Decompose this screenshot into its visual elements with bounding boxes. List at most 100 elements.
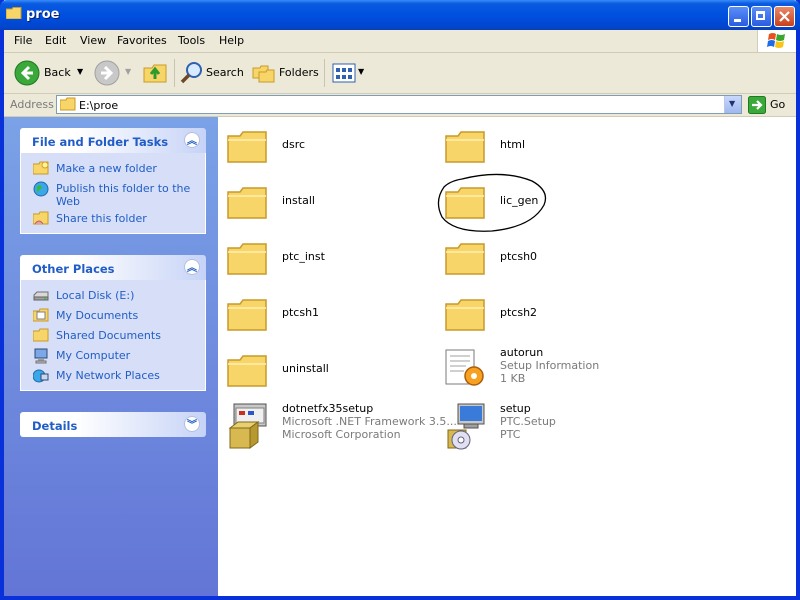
disk-drive-icon bbox=[33, 291, 49, 301]
place-label[interactable]: My Computer bbox=[56, 349, 201, 362]
views-dropdown-icon: ▼ bbox=[358, 67, 365, 76]
item-company: Microsoft Corporation bbox=[282, 428, 401, 441]
item-name: dotnetfx35setup bbox=[282, 402, 374, 415]
folder-icon bbox=[445, 131, 485, 163]
place-label[interactable]: Local Disk (E:) bbox=[56, 289, 201, 302]
network-places-icon bbox=[33, 369, 49, 383]
chevron-up-icon: ︽ bbox=[187, 263, 197, 274]
item-size: 1 KB bbox=[500, 372, 526, 385]
folder-icon bbox=[227, 299, 267, 331]
folder-icon bbox=[445, 299, 485, 331]
item-name: ptcsh0 bbox=[500, 250, 538, 263]
item-company: PTC bbox=[500, 428, 521, 441]
title-bar[interactable]: proe bbox=[0, 0, 800, 30]
toolbar-separator bbox=[174, 59, 175, 87]
address-value: E:\proe bbox=[79, 99, 119, 112]
place-local-disk[interactable]: Local Disk (E:) bbox=[21, 286, 205, 306]
maximize-button[interactable] bbox=[751, 6, 772, 27]
toolbar-separator bbox=[324, 59, 325, 87]
item-name: html bbox=[500, 138, 526, 151]
folder-icon bbox=[227, 355, 267, 387]
close-icon bbox=[779, 11, 790, 22]
chevron-down-icon: ︾ bbox=[187, 420, 197, 431]
menu-tools[interactable]: Tools bbox=[178, 34, 205, 47]
item-name: dsrc bbox=[282, 138, 306, 151]
task-pane: File and Folder Tasks ︽ Make a new folde… bbox=[4, 117, 218, 596]
folder-icon bbox=[60, 97, 76, 111]
forward-button[interactable]: ▼ bbox=[94, 59, 134, 87]
folders-icon bbox=[252, 65, 275, 83]
place-my-network-places[interactable]: My Network Places bbox=[21, 366, 205, 386]
task-label[interactable]: Make a new folder bbox=[56, 162, 201, 175]
task-publish-folder[interactable]: Publish this folder to the Web bbox=[21, 179, 205, 209]
item-name: autorun bbox=[500, 346, 544, 359]
place-label[interactable]: My Documents bbox=[56, 309, 201, 322]
views-icon bbox=[332, 63, 356, 83]
collapse-button[interactable]: ︽ bbox=[184, 259, 200, 275]
menu-favorites[interactable]: Favorites bbox=[117, 34, 167, 47]
place-label[interactable]: My Network Places bbox=[56, 369, 201, 382]
panel-header[interactable]: File and Folder Tasks ︽ bbox=[20, 128, 206, 153]
shared-documents-icon bbox=[33, 328, 49, 342]
task-make-new-folder[interactable]: Make a new folder bbox=[21, 159, 205, 179]
details-panel: Details ︾ bbox=[20, 412, 206, 437]
place-label[interactable]: Shared Documents bbox=[56, 329, 201, 342]
search-icon bbox=[180, 62, 202, 84]
folders-label: Folders bbox=[279, 66, 319, 79]
collapse-button[interactable]: ︽ bbox=[184, 132, 200, 148]
panel-body: Local Disk (E:) My Documents Shared Docu… bbox=[20, 280, 206, 391]
window-title: proe bbox=[26, 7, 60, 22]
up-folder-button[interactable] bbox=[142, 59, 170, 87]
task-share-folder[interactable]: Share this folder bbox=[21, 209, 205, 229]
file-list-view: dsrc html install lic_gen ptc_inst ptcsh… bbox=[218, 117, 796, 596]
setup-information-icon bbox=[445, 349, 484, 386]
maximize-icon bbox=[756, 11, 765, 20]
back-button[interactable]: Back ▼ bbox=[12, 59, 86, 87]
other-places-panel: Other Places ︽ Local Disk (E:) My Docume… bbox=[20, 255, 206, 391]
back-arrow-icon bbox=[14, 60, 40, 86]
item-type: Setup Information bbox=[500, 359, 600, 372]
chevron-down-icon: ▼ bbox=[729, 99, 736, 108]
item-description: Microsoft .NET Framework 3.5... bbox=[282, 415, 457, 428]
folder-icon bbox=[6, 7, 22, 19]
item-name: install bbox=[282, 194, 315, 207]
back-dropdown-icon[interactable]: ▼ bbox=[77, 67, 83, 76]
address-dropdown-button[interactable]: ▼ bbox=[724, 96, 741, 113]
panel-header[interactable]: Details ︾ bbox=[20, 412, 206, 437]
up-folder-icon bbox=[143, 64, 167, 83]
folders-button[interactable]: Folders bbox=[250, 59, 320, 87]
close-button[interactable] bbox=[774, 6, 795, 27]
annotation-circle bbox=[437, 173, 547, 232]
expand-button[interactable]: ︾ bbox=[184, 416, 200, 432]
address-field[interactable]: E:\proe ▼ bbox=[56, 95, 742, 114]
place-shared-documents[interactable]: Shared Documents bbox=[21, 326, 205, 346]
views-button[interactable]: ▼ bbox=[330, 61, 366, 85]
search-button[interactable]: Search bbox=[178, 59, 244, 87]
item-description: PTC.Setup bbox=[500, 415, 556, 428]
menu-bar: File Edit View Favorites Tools Help bbox=[4, 30, 796, 53]
forward-arrow-icon bbox=[94, 60, 120, 86]
place-my-computer[interactable]: My Computer bbox=[21, 346, 205, 366]
minimize-button[interactable] bbox=[728, 6, 749, 27]
folder-icon bbox=[445, 243, 485, 275]
task-label[interactable]: Publish this folder to the Web bbox=[56, 182, 201, 208]
forward-dropdown-icon[interactable]: ▼ bbox=[125, 67, 131, 76]
panel-title: File and Folder Tasks bbox=[32, 135, 169, 149]
place-my-documents[interactable]: My Documents bbox=[21, 306, 205, 326]
go-button[interactable]: Go bbox=[748, 96, 794, 114]
menu-help[interactable]: Help bbox=[219, 34, 244, 47]
item-name: uninstall bbox=[282, 362, 329, 375]
chevron-up-icon: ︽ bbox=[187, 136, 197, 147]
panel-header[interactable]: Other Places ︽ bbox=[20, 255, 206, 280]
task-label[interactable]: Share this folder bbox=[56, 212, 201, 225]
menu-edit[interactable]: Edit bbox=[45, 34, 66, 47]
windows-logo bbox=[757, 30, 796, 52]
folder-icon bbox=[227, 131, 267, 163]
globe-icon bbox=[33, 181, 49, 197]
new-folder-icon bbox=[33, 161, 49, 175]
go-arrow-icon bbox=[748, 96, 766, 114]
menu-file[interactable]: File bbox=[14, 34, 32, 47]
menu-view[interactable]: View bbox=[80, 34, 106, 47]
toolbar: Back ▼ ▼ Search Folders ▼ bbox=[4, 53, 796, 94]
folder-icon bbox=[227, 187, 267, 219]
